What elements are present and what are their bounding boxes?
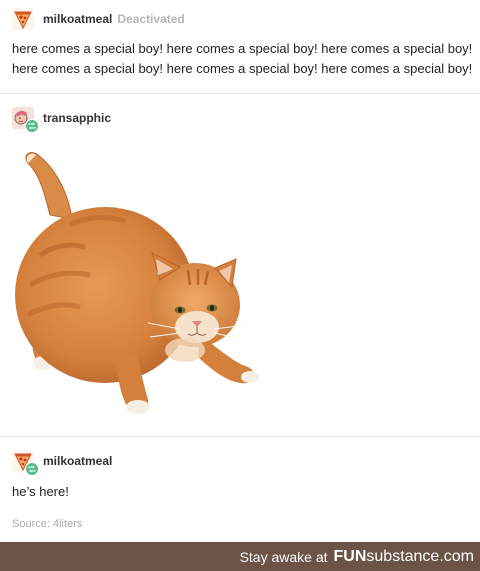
avatar[interactable] (12, 8, 34, 30)
post-3-body: he’s here! (12, 484, 69, 499)
pizza-slice-icon (12, 8, 34, 30)
watermark-text: Stay awake at (239, 548, 328, 565)
post-1-header: milkoatmeal Deactivated (12, 8, 185, 30)
post-text-line: here comes a special boy! here comes a s… (12, 61, 473, 76)
post-2-header: transapphic (12, 107, 111, 133)
post-1-body: here comes a special boy! here comes a s… (12, 39, 472, 79)
brand-rest: substance.com (366, 547, 474, 565)
avatar[interactable] (12, 450, 39, 476)
username[interactable]: transapphic (43, 111, 111, 125)
cat-image (15, 152, 259, 414)
username[interactable]: milkoatmeal (43, 454, 112, 468)
watermark-bar: Stay awake at FUNsubstance.com (0, 542, 480, 571)
reblog-icon (25, 119, 39, 133)
username[interactable]: milkoatmeal (43, 12, 112, 26)
post-text-line: here comes a special boy! here comes a s… (12, 41, 473, 56)
source-link[interactable]: Source: 4liters (12, 518, 82, 530)
divider (0, 93, 480, 94)
divider (0, 436, 480, 437)
reblog-icon (25, 462, 39, 476)
brand-bold: FUN (333, 547, 367, 565)
deactivated-label: Deactivated (117, 12, 185, 26)
post-3-header: milkoatmeal (12, 450, 112, 476)
watermark-brand: FUNsubstance.com (334, 548, 475, 566)
avatar[interactable] (12, 107, 39, 133)
